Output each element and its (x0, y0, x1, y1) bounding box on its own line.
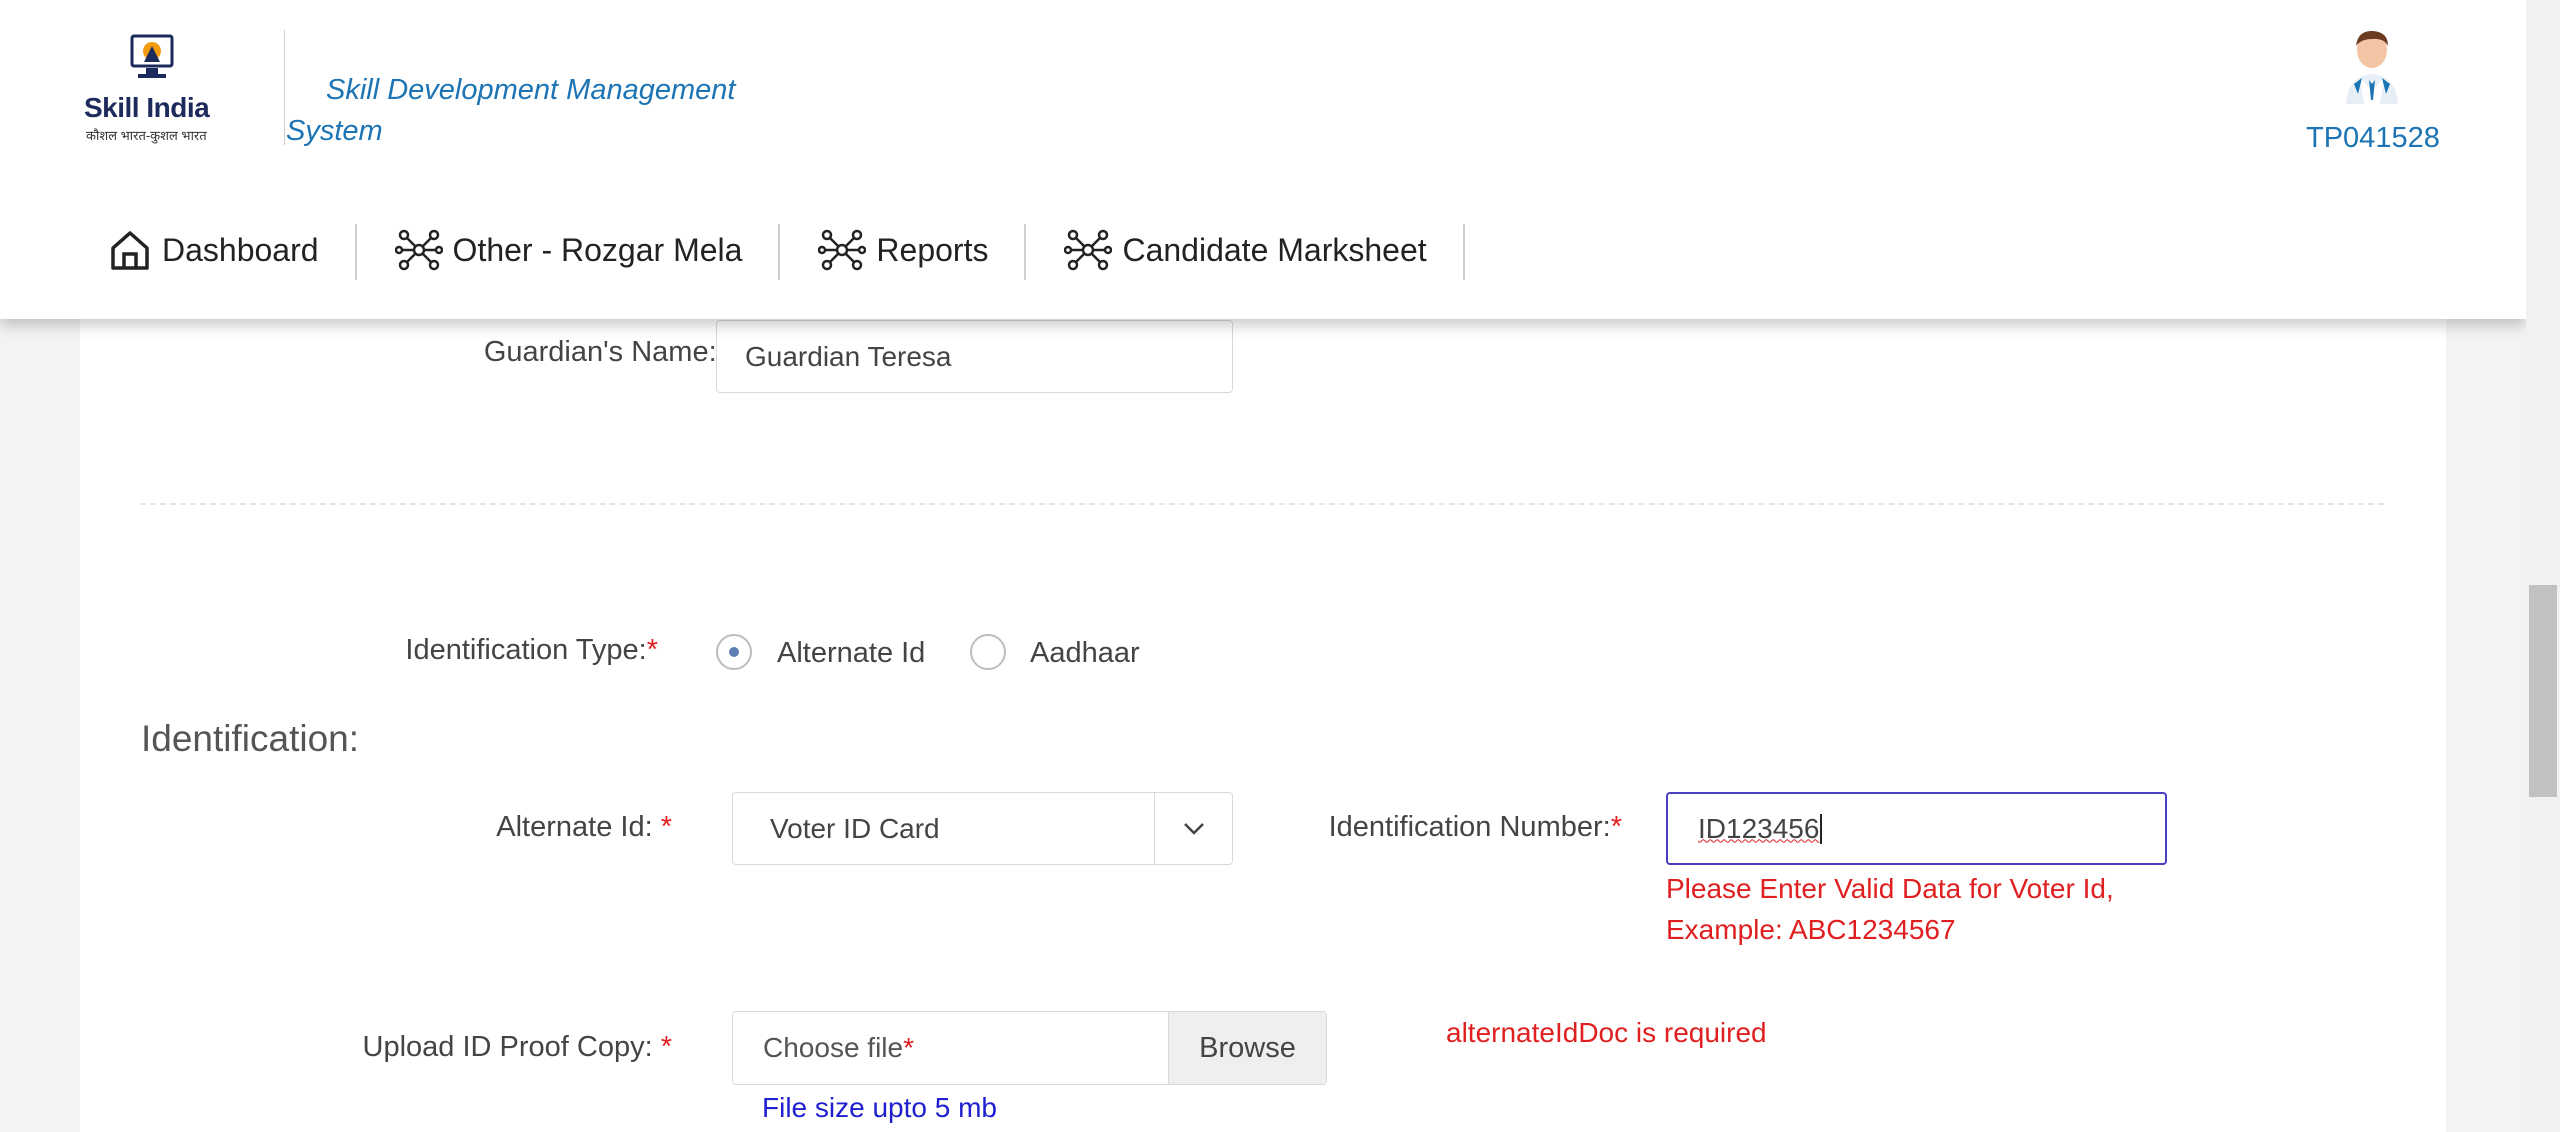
home-icon (111, 231, 149, 270)
nav-label: Candidate Marksheet (1122, 231, 1427, 268)
user-avatar-icon[interactable] (2340, 28, 2404, 104)
app-title: Skill Development Management System (286, 74, 736, 147)
candidate-form-card: Guardian's Name: * Guardian Teresa (80, 300, 2446, 1132)
guardian-name-input[interactable]: Guardian Teresa (716, 320, 1233, 393)
identification-number-label: Identification Number:* (1328, 811, 1622, 843)
upload-id-proof-input[interactable]: Choose file* Browse (732, 1011, 1327, 1085)
user-id[interactable]: TP041528 (2306, 122, 2440, 155)
nav-rozgar-mela[interactable]: Other - Rozgar Mela (357, 218, 781, 282)
skill-india-logo[interactable]: Skill India कौशल भारत-कुशल भारत (80, 34, 230, 149)
main-nav: Dashboard Other - Rozgar Mela Reports Ca… (108, 218, 1465, 282)
identification-section-title: Identification: (141, 718, 360, 759)
nav-label: Dashboard (162, 231, 319, 268)
identification-number-input[interactable]: ID123456 (1666, 792, 2167, 865)
radio-aadhaar-label[interactable]: Aadhaar (1030, 637, 1140, 670)
network-icon (818, 229, 867, 271)
network-icon (394, 229, 443, 271)
radio-alternate-id[interactable] (716, 634, 752, 670)
browse-button[interactable]: Browse (1168, 1012, 1326, 1084)
page-scrollbar-thumb[interactable] (2529, 585, 2557, 797)
nav-label: Other - Rozgar Mela (452, 231, 743, 268)
upload-error: alternateIdDoc is required (1446, 1017, 1767, 1048)
guardian-name-label: Guardian's Name: * (483, 336, 736, 368)
logo-tagline: कौशल भारत-कुशल भारत (86, 128, 207, 143)
alternate-id-label: Alternate Id: * (496, 811, 672, 843)
logo-text: Skill India (84, 92, 210, 123)
radio-alternate-id-label[interactable]: Alternate Id (777, 637, 925, 670)
network-icon (1064, 229, 1113, 271)
alternate-id-select[interactable]: Voter ID Card (732, 792, 1233, 865)
radio-aadhaar[interactable] (970, 634, 1006, 670)
nav-candidate-marksheet[interactable]: Candidate Marksheet (1026, 218, 1465, 282)
nav-reports[interactable]: Reports (780, 218, 1027, 282)
skill-india-emblem-icon (130, 34, 174, 78)
upload-placeholder: Choose file* (763, 1032, 914, 1063)
nav-label: Reports (876, 231, 989, 268)
identification-number-error: Please Enter Valid Data for Voter Id, Ex… (1666, 873, 2114, 945)
file-size-hint: File size upto 5 mb (762, 1092, 997, 1123)
header-divider (284, 30, 285, 145)
page-scrollbar-track[interactable] (2526, 0, 2560, 1132)
section-divider (140, 503, 2384, 505)
text-cursor (1820, 813, 1823, 844)
nav-dashboard[interactable]: Dashboard (108, 218, 357, 282)
upload-id-proof-label: Upload ID Proof Copy: * (362, 1031, 673, 1063)
identification-type-label: Identification Type:* (405, 634, 658, 666)
app-header: Skill India कौशल भारत-कुशल भारत Skill De… (0, 0, 2526, 319)
